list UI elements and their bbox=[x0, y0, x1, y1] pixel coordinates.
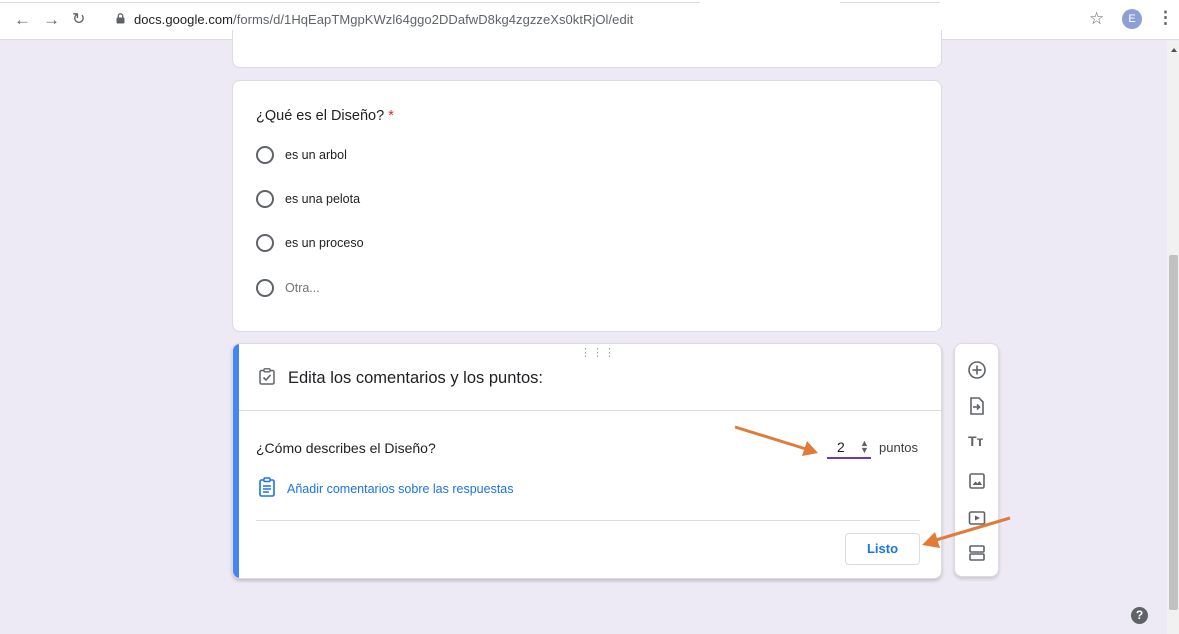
forward-icon[interactable]: → bbox=[43, 10, 60, 30]
required-asterisk: * bbox=[388, 108, 394, 124]
help-icon[interactable]: ? bbox=[1131, 607, 1148, 624]
radio-icon[interactable] bbox=[256, 190, 274, 208]
question-title: ¿Qué es el Diseño? * bbox=[256, 108, 394, 124]
form-side-toolbar: Tт bbox=[954, 343, 999, 577]
active-card-indicator bbox=[233, 344, 239, 578]
add-section-icon[interactable] bbox=[967, 543, 987, 563]
browser-menu-icon[interactable]: ⋮ bbox=[1157, 8, 1174, 28]
question-title-text: ¿Qué es el Diseño? bbox=[256, 108, 385, 124]
scrollbar-thumb[interactable] bbox=[1169, 255, 1178, 610]
url-host: docs.google.com bbox=[134, 12, 234, 27]
divider bbox=[239, 410, 941, 411]
question-card[interactable]: ¿Qué es el Diseño? * es un arbol es una … bbox=[232, 80, 942, 332]
bookmark-star-icon[interactable]: ☆ bbox=[1089, 9, 1104, 29]
radio-icon[interactable] bbox=[256, 234, 274, 252]
address-bar[interactable]: docs.google.com/forms/d/1HqEapTMgpKWzl64… bbox=[134, 12, 633, 27]
option-row-other[interactable]: Otra... bbox=[256, 277, 320, 299]
tab-strip-edge bbox=[840, 0, 940, 3]
tab-strip-edge bbox=[0, 0, 700, 3]
option-label-other: Otra... bbox=[285, 281, 320, 295]
lock-icon bbox=[116, 13, 125, 24]
radio-icon[interactable] bbox=[256, 146, 274, 164]
add-feedback-link[interactable]: Añadir comentarios sobre las respuestas bbox=[287, 482, 514, 496]
radio-icon[interactable] bbox=[256, 279, 274, 297]
divider bbox=[256, 520, 920, 521]
option-label: es una pelota bbox=[285, 192, 361, 206]
scroll-up-arrow-icon[interactable] bbox=[1171, 48, 1177, 52]
reload-icon[interactable]: ↻ bbox=[72, 10, 85, 30]
add-question-icon[interactable] bbox=[967, 360, 987, 380]
answer-key-heading: Edita los comentarios y los puntos: bbox=[288, 369, 543, 387]
add-video-icon[interactable] bbox=[967, 508, 987, 528]
answer-key-card[interactable]: ⋮⋮⋮ Edita los comentarios y los puntos: … bbox=[232, 343, 942, 579]
option-row[interactable]: es una pelota bbox=[256, 188, 360, 210]
question-title: ¿Cómo describes el Diseño? bbox=[256, 440, 436, 456]
points-stepper-icon[interactable]: ▲ ▼ bbox=[860, 439, 869, 455]
points-label: puntos bbox=[879, 440, 919, 455]
feedback-assignment-icon[interactable] bbox=[259, 477, 275, 497]
add-image-icon[interactable] bbox=[967, 471, 987, 491]
option-row[interactable]: es un proceso bbox=[256, 232, 364, 254]
option-label: es un proceso bbox=[285, 236, 364, 250]
back-icon[interactable]: ← bbox=[14, 10, 31, 30]
option-row[interactable]: es un arbol bbox=[256, 144, 347, 166]
assignment-check-icon bbox=[259, 368, 275, 385]
drag-handle-icon[interactable]: ⋮⋮⋮ bbox=[580, 348, 616, 359]
option-label: es un arbol bbox=[285, 148, 347, 162]
avatar[interactable]: E bbox=[1122, 9, 1142, 29]
done-button[interactable]: Listo bbox=[845, 533, 920, 565]
add-title-icon[interactable]: Tт bbox=[968, 433, 983, 449]
previous-question-card[interactable] bbox=[232, 30, 942, 68]
import-questions-icon[interactable] bbox=[967, 396, 987, 416]
url-path: /forms/d/1HqEapTMgpKWzl64ggo2DDafwD8kg4z… bbox=[233, 12, 634, 27]
